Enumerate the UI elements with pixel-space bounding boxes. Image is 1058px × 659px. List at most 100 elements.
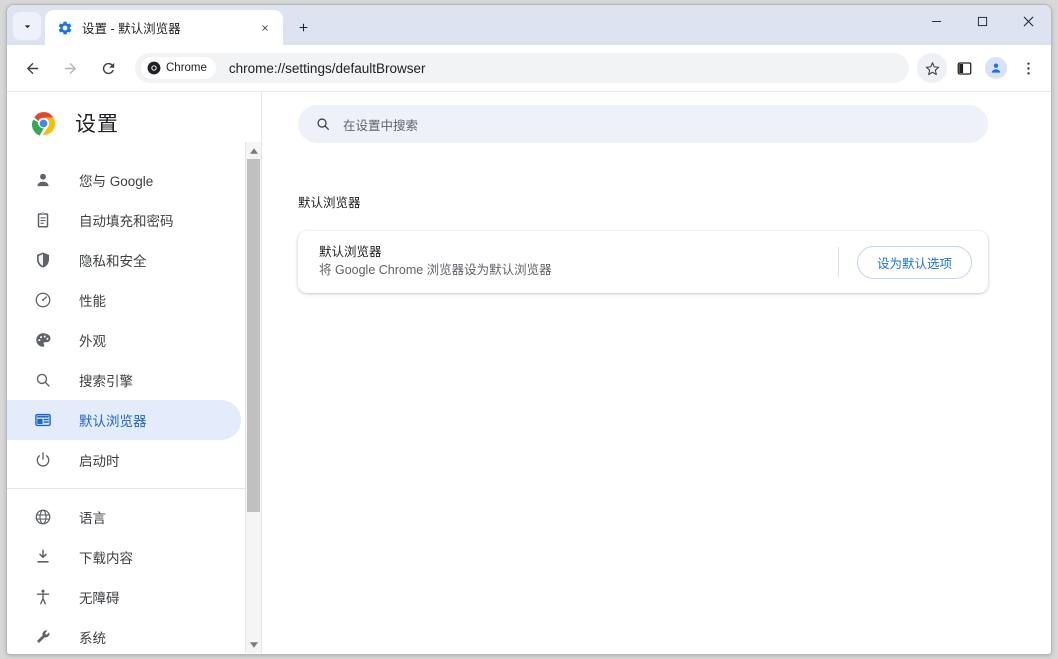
url-text: chrome://settings/defaultBrowser [228, 60, 426, 76]
browser-menu-button[interactable] [1013, 53, 1043, 83]
card-title: 默认浏览器 [319, 245, 382, 259]
close-window-button[interactable] [1005, 5, 1051, 37]
section-title: 默认浏览器 [298, 196, 361, 210]
person-icon [33, 170, 53, 190]
reload-button[interactable] [93, 53, 123, 83]
scrollbar-track[interactable] [246, 159, 261, 636]
close-icon [1023, 16, 1033, 26]
sidebar-item-label: 外观 [79, 334, 106, 349]
arrow-left-icon [26, 62, 38, 74]
bookmark-button[interactable] [917, 53, 947, 83]
make-default-button[interactable]: 设为默认选项 [856, 245, 972, 279]
sidebar-item-performance[interactable]: 性能 [7, 280, 241, 320]
scrollbar-thumb[interactable] [247, 159, 260, 512]
star-icon [925, 61, 939, 75]
power-icon [33, 450, 53, 470]
page-title: 设置 [75, 113, 119, 136]
sidebar-item-label: 系统 [79, 631, 106, 646]
sidebar-item-label: 自动填充和密码 [79, 214, 174, 229]
sidebar-item-default-browser[interactable]: 默认浏览器 [7, 400, 241, 440]
sidebar-item-autofill-passwords[interactable]: 自动填充和密码 [7, 200, 241, 240]
sidebar-item-label: 搜索引擎 [79, 374, 133, 389]
scroll-down-button[interactable] [246, 636, 261, 653]
avatar [985, 57, 1007, 79]
browser-window: 设置 - 默认浏览器 Chrome chrome://settings/defa… [6, 4, 1052, 655]
caret-up-icon [249, 147, 258, 154]
chevron-down-icon [24, 24, 30, 28]
sidebar-item-label: 您与 Google [79, 174, 154, 189]
shield-icon [33, 250, 53, 270]
minimize-icon [931, 20, 941, 22]
settings-sidebar: 设置 您与 Google 自动填充和密码 隐私和安全 性能 外观 搜索引擎 默认… [7, 92, 262, 653]
sidebar-item-on-startup[interactable]: 启动时 [7, 440, 241, 480]
caret-down-icon [249, 641, 258, 648]
browser-toolbar: Chrome chrome://settings/defaultBrowser [7, 45, 1051, 91]
sidebar-divider [7, 488, 261, 489]
sidebar-item-label: 隐私和安全 [79, 254, 147, 269]
side-panel-icon [957, 61, 971, 75]
sidebar-item-label: 默认浏览器 [79, 414, 147, 429]
window-controls [913, 5, 1051, 37]
clipboard-icon [33, 210, 53, 230]
wrench-icon [33, 627, 53, 647]
tab-search-button[interactable] [13, 12, 41, 40]
new-tab-button[interactable] [289, 13, 317, 41]
sidebar-item-system[interactable]: 系统 [7, 617, 241, 653]
side-panel-button[interactable] [949, 53, 979, 83]
three-dot-menu-icon [1026, 61, 1030, 75]
chrome-chip-label: Chrome [166, 62, 207, 74]
settings-header: 设置 [7, 92, 261, 154]
tab-title: 设置 - 默认浏览器 [82, 22, 181, 36]
settings-nav-list: 您与 Google 自动填充和密码 隐私和安全 性能 外观 搜索引擎 默认浏览器… [7, 154, 261, 653]
sidebar-item-privacy-security[interactable]: 隐私和安全 [7, 240, 241, 280]
search-icon [317, 118, 329, 130]
accessibility-icon [33, 587, 53, 607]
sidebar-item-search-engine[interactable]: 搜索引擎 [7, 360, 241, 400]
sidebar-item-label: 性能 [79, 294, 106, 309]
sidebar-item-appearance[interactable]: 外观 [7, 320, 241, 360]
default-browser-card: 默认浏览器 将 Google Chrome 浏览器设为默认浏览器 设为默认选项 [298, 231, 988, 293]
gear-icon [58, 21, 72, 34]
search-icon [33, 370, 53, 390]
settings-search-box[interactable]: 在设置中搜索 [298, 105, 988, 143]
sidebar-item-label: 启动时 [79, 454, 120, 469]
sidebar-item-languages[interactable]: 语言 [7, 497, 241, 537]
search-placeholder: 在设置中搜索 [343, 118, 419, 133]
close-icon [262, 24, 268, 31]
arrow-right-icon [64, 62, 76, 74]
plus-icon [299, 23, 307, 31]
card-text: 默认浏览器 将 Google Chrome 浏览器设为默认浏览器 [319, 244, 838, 280]
settings-content: 在设置中搜索 默认浏览器 默认浏览器 将 Google Chrome 浏览器设为… [262, 92, 1051, 653]
sidebar-item-label: 下载内容 [79, 551, 133, 566]
palette-icon [33, 330, 53, 350]
tab-close-button[interactable] [255, 18, 275, 38]
globe-icon [33, 507, 53, 527]
sidebar-item-you-and-google[interactable]: 您与 Google [7, 160, 241, 200]
chrome-logo-icon [31, 111, 56, 136]
sidebar-item-label: 无障碍 [79, 591, 120, 606]
sidebar-item-label: 语言 [79, 511, 106, 526]
card-separator [837, 247, 839, 277]
card-description: 将 Google Chrome 浏览器设为默认浏览器 [319, 263, 552, 277]
chrome-chip: Chrome [141, 57, 216, 79]
sidebar-scrollbar[interactable] [245, 142, 261, 653]
scroll-up-button[interactable] [246, 142, 261, 159]
tab[interactable]: 设置 - 默认浏览器 [45, 10, 283, 45]
reload-icon [102, 62, 114, 74]
sidebar-item-accessibility[interactable]: 无障碍 [7, 577, 241, 617]
profile-button[interactable] [981, 53, 1011, 83]
sidebar-item-downloads[interactable]: 下载内容 [7, 537, 241, 577]
settings-page: 设置 您与 Google 自动填充和密码 隐私和安全 性能 外观 搜索引擎 默认… [7, 91, 1051, 653]
tab-strip: 设置 - 默认浏览器 [7, 5, 1051, 45]
speedometer-icon [33, 290, 53, 310]
person-icon [991, 63, 1001, 73]
forward-button[interactable] [55, 53, 85, 83]
maximize-icon [977, 16, 987, 26]
chrome-logo-icon [147, 61, 161, 75]
maximize-button[interactable] [959, 5, 1005, 37]
minimize-button[interactable] [913, 5, 959, 37]
download-icon [33, 547, 53, 567]
address-bar[interactable]: Chrome chrome://settings/defaultBrowser [135, 53, 909, 83]
browser-window-icon [33, 410, 53, 430]
back-button[interactable] [17, 53, 47, 83]
